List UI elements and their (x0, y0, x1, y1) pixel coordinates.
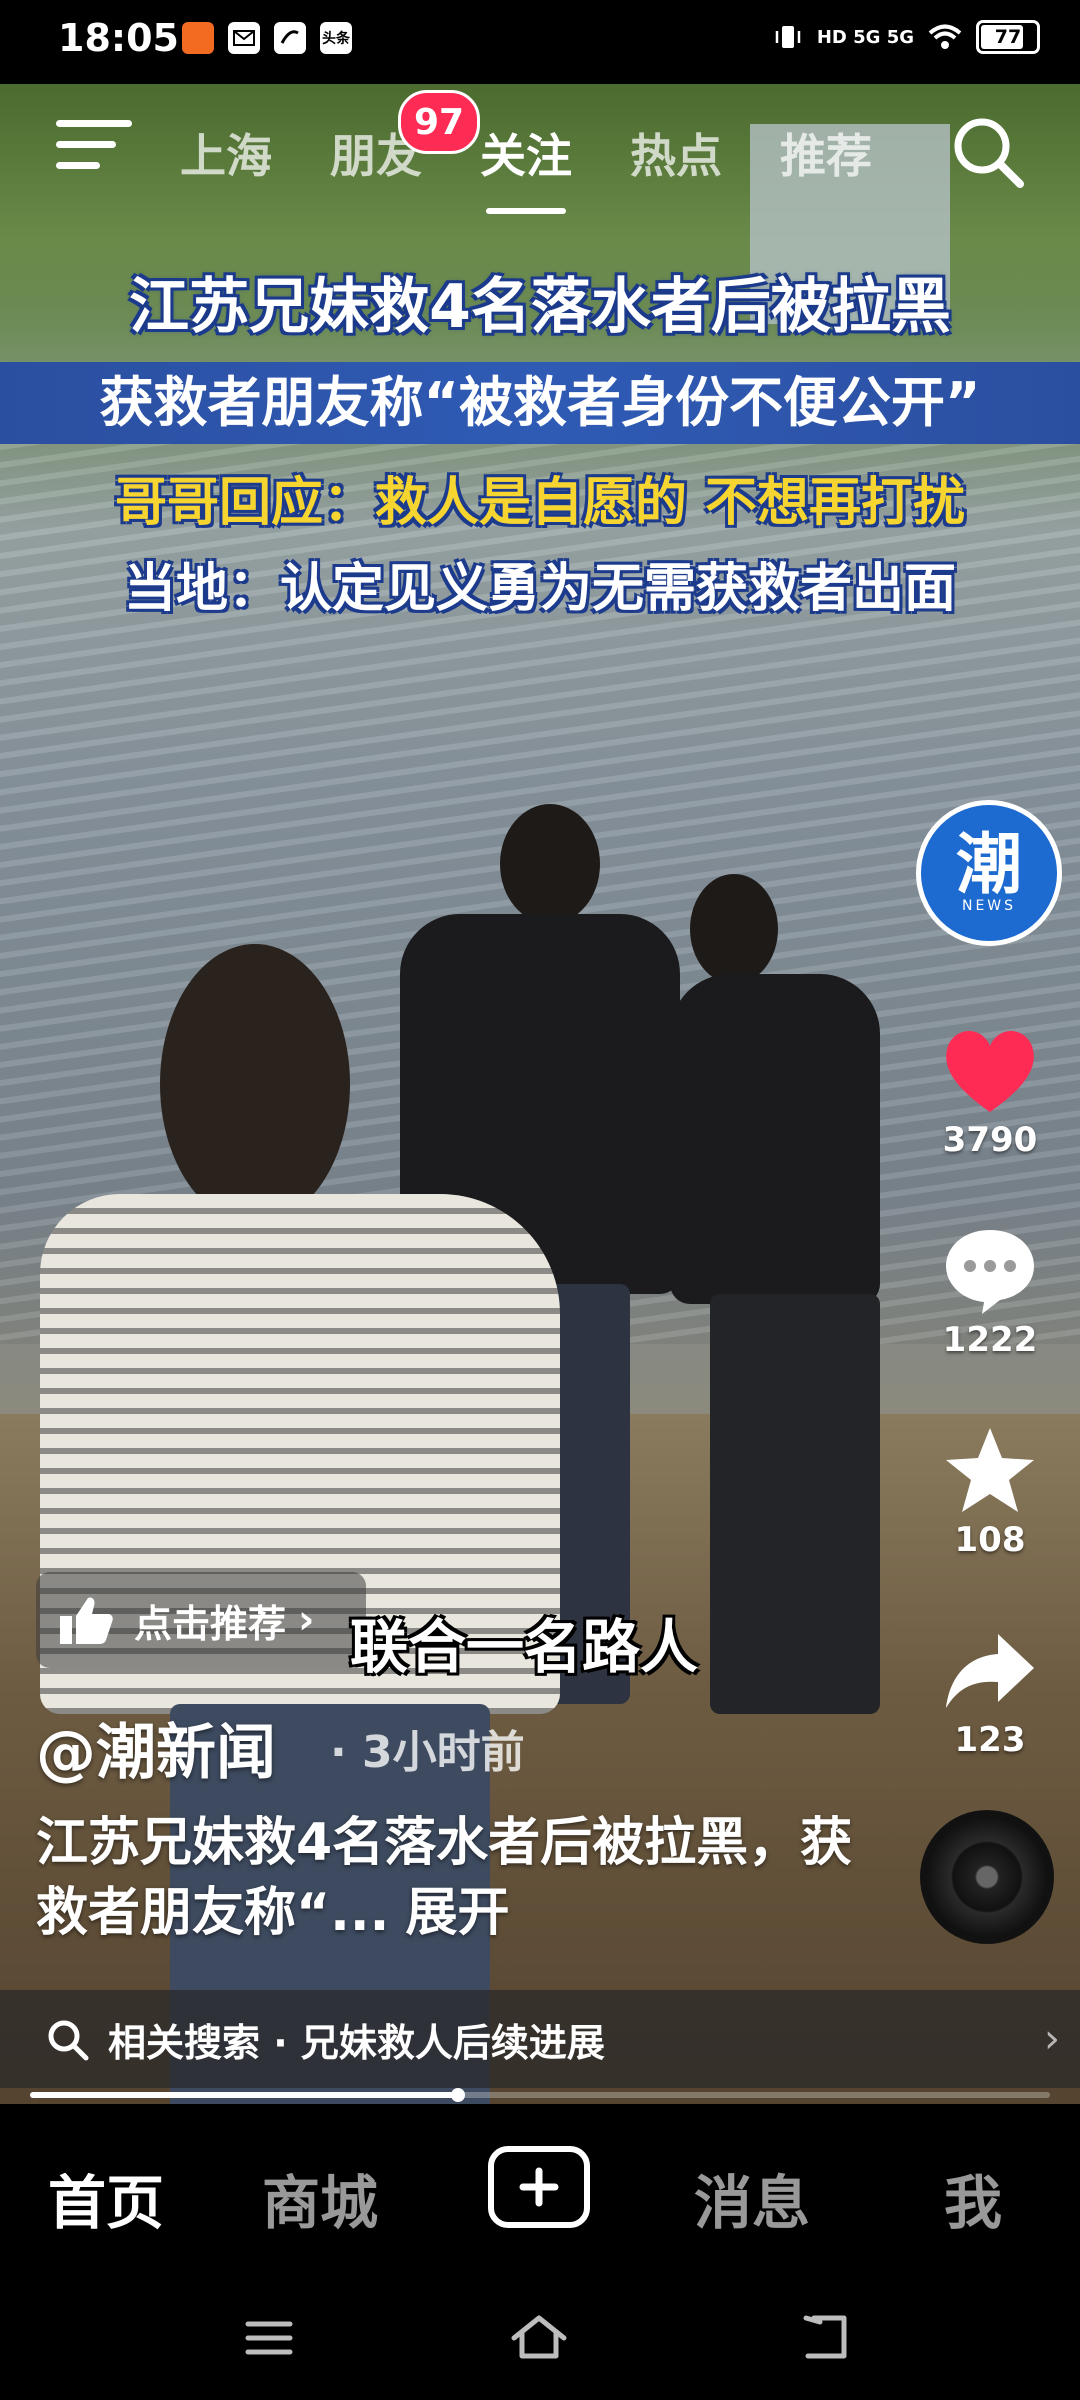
status-right: HD 5G 5G 77 (773, 20, 1040, 54)
nav-home[interactable]: 首页 (48, 2156, 164, 2240)
like-count: 3790 (942, 1120, 1038, 1160)
tab-shanghai[interactable]: 上海 (180, 120, 272, 186)
author-avatar[interactable]: 潮 NEWS (916, 800, 1062, 946)
like-button[interactable]: 3790 (910, 1024, 1070, 1160)
tab-following[interactable]: 关注 (480, 120, 572, 214)
share-button[interactable]: 123 (910, 1624, 1070, 1760)
system-nav (0, 2278, 1080, 2400)
author-name[interactable]: @潮新闻 (36, 1704, 276, 1791)
battery-icon: 77 (976, 20, 1040, 54)
search-icon[interactable] (948, 112, 1028, 192)
share-icon (946, 1634, 1034, 1708)
nav-mall[interactable]: 商城 (262, 2156, 378, 2240)
related-search-label: 相关搜索 · 兄妹救人后续进展 (108, 2020, 605, 2065)
favorite-button[interactable]: 108 (910, 1424, 1070, 1560)
video-progress-bar[interactable] (30, 2088, 1050, 2102)
headline-banner: 获救者朋友称“被救者身份不便公开” (0, 362, 1080, 444)
headline-quote: 哥哥回应：救人是自愿的 不想再打扰 (114, 473, 966, 533)
recommend-label: 点击推荐 (134, 1601, 287, 1646)
thumbs-up-icon (60, 1597, 113, 1644)
battery-level: 77 (994, 26, 1022, 48)
nav-messages[interactable]: 消息 (694, 2156, 810, 2240)
comment-count: 1222 (942, 1320, 1038, 1360)
chevron-right-icon: › (1044, 2016, 1060, 2062)
create-post-button[interactable] (488, 2146, 590, 2228)
tab-hot[interactable]: 热点 (630, 120, 722, 186)
home-icon[interactable] (508, 2312, 570, 2362)
avatar-sub: NEWS (961, 898, 1017, 914)
menu-icon[interactable] (56, 120, 132, 180)
network-label: HD 5G 5G (816, 26, 914, 48)
music-disc-icon[interactable] (920, 1810, 1054, 1944)
top-nav: 上海 朋友 关注 热点 推荐 97 (0, 84, 1080, 224)
link-icon (274, 22, 306, 54)
toutiao-icon: 头条 (320, 22, 352, 54)
avatar-logo: 潮 (956, 826, 1022, 903)
bottom-nav: 首页 商城 消息 我 (0, 2104, 1080, 2278)
progress-fill (30, 2092, 459, 2098)
post-description[interactable]: 江苏兄妹救4名落水者后被拉黑，获救者朋友称“... 展开 (36, 1808, 856, 1948)
vibrate-icon (775, 26, 801, 48)
comment-button[interactable]: 1222 (910, 1224, 1070, 1360)
video-subtitle: 联合一名路人 (350, 1613, 699, 1681)
recents-icon[interactable] (244, 2316, 294, 2360)
status-time: 18:05 (58, 16, 179, 60)
app-icon-orange (182, 22, 214, 54)
star-icon (946, 1428, 1034, 1512)
nav-me[interactable]: 我 (944, 2156, 1002, 2240)
tab-recommend[interactable]: 推荐 (780, 120, 872, 186)
heart-icon (946, 1031, 1034, 1112)
related-search-bar[interactable]: 相关搜索 · 兄妹救人后续进展 › (0, 1990, 1080, 2088)
status-app-icons: 头条 (182, 22, 352, 54)
recommend-button[interactable]: 点击推荐 › (36, 1572, 366, 1668)
friends-badge: 97 (398, 90, 480, 154)
wifi-icon (928, 24, 962, 49)
plus-icon (519, 2167, 559, 2207)
headline-title: 江苏兄妹救4名落水者后被拉黑 (129, 272, 951, 342)
nav-tabs: 上海 朋友 关注 热点 推荐 (180, 120, 872, 214)
post-time: · 3小时前 (330, 1727, 525, 1778)
mail-icon (228, 22, 260, 54)
search-icon (48, 2020, 89, 2061)
favorite-count: 108 (954, 1520, 1026, 1560)
comment-icon (946, 1230, 1034, 1314)
person-right (670, 874, 950, 1794)
status-bar: 18:05 头条 HD 5G 5G 77 (0, 0, 1080, 84)
share-count: 123 (954, 1720, 1026, 1760)
chevron-right-icon: › (298, 1597, 315, 1643)
expand-link[interactable]: 展开 (405, 1883, 509, 1943)
headline-official: 当地：认定见义勇为无需获救者出面 (123, 559, 956, 619)
back-icon[interactable] (800, 2312, 852, 2362)
